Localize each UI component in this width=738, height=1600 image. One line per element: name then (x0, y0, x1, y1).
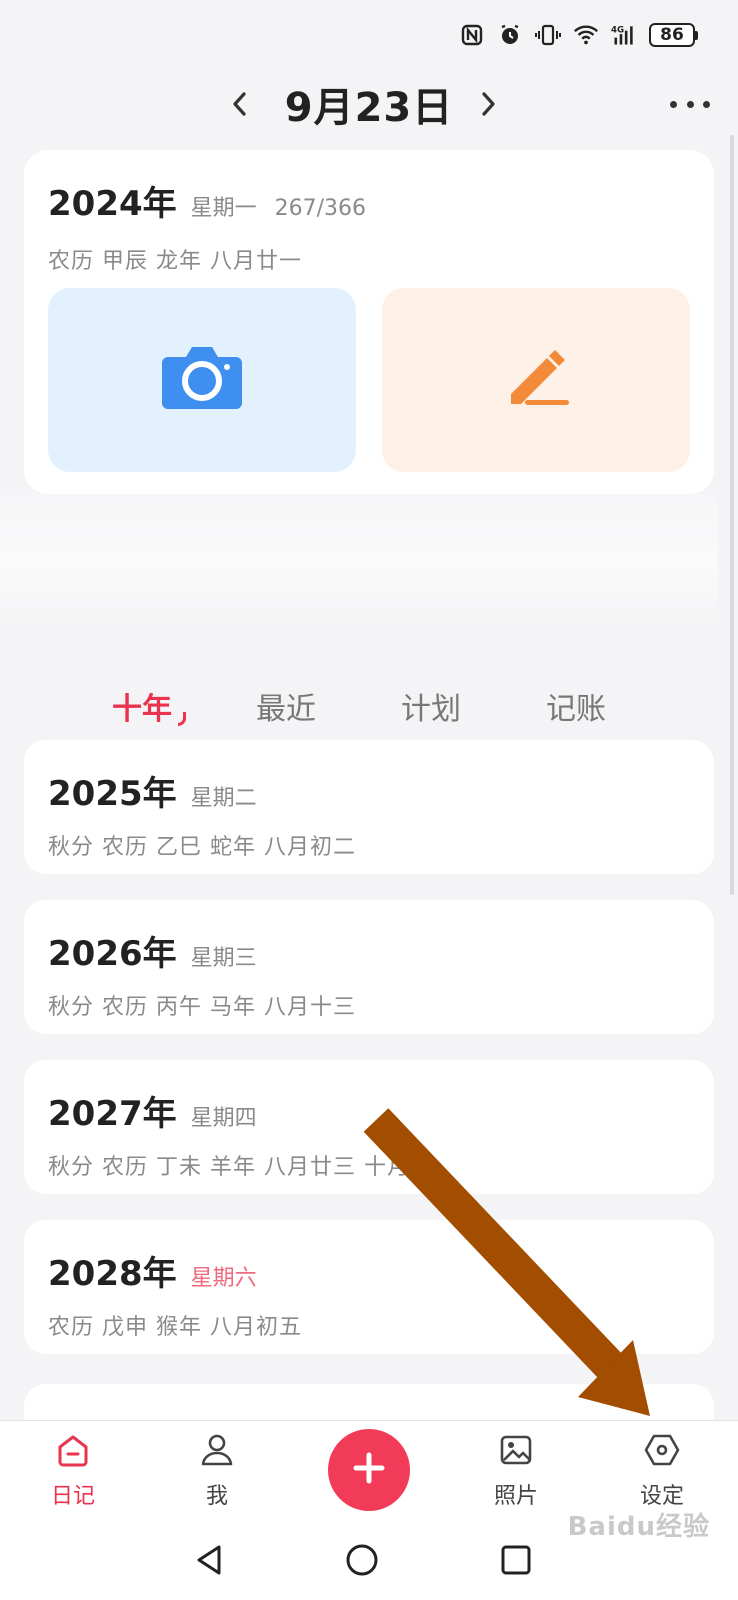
year-card-2025[interactable]: 2025年 星期二 秋分 农历 乙巳 蛇年 八月初二 (24, 740, 714, 874)
nav-diary[interactable]: 日记 (18, 1421, 128, 1521)
date-header: 9月23日 (0, 72, 738, 136)
wifi-icon (573, 22, 599, 48)
year-title: 2027年 (48, 1094, 177, 1134)
year-title: 2028年 (48, 1254, 177, 1294)
camera-icon (160, 343, 244, 417)
write-diary-button[interactable] (382, 288, 690, 472)
add-button[interactable] (328, 1429, 410, 1511)
year-title: 2026年 (48, 934, 177, 974)
year-weekday: 星期四 (190, 1106, 257, 1131)
today-year: 2024年 (48, 184, 177, 224)
year-card-partial[interactable] (24, 1384, 714, 1424)
user-icon (199, 1432, 235, 1472)
watermark: Baidu经验 (567, 1512, 710, 1542)
year-card-2026[interactable]: 2026年 星期三 秋分 农历 丙午 马年 八月十三 (24, 900, 714, 1034)
blurred-region (0, 494, 718, 628)
bottom-navigation: 日记 我 照片 设定 (0, 1420, 738, 1520)
year-lunar-date: 农历 戊申 猴年 八月初五 (48, 1315, 302, 1340)
today-card[interactable]: 2024年 星期一 267/366 农历 甲辰 龙年 八月廿一 (24, 150, 714, 494)
year-lunar-date: 秋分 农历 丙午 马年 八月十三 (48, 995, 356, 1020)
nav-me-label: 我 (205, 1484, 228, 1509)
status-bar: 4G 86 (0, 0, 738, 70)
more-dots-icon[interactable] (670, 94, 710, 114)
today-day-count: 267/366 (274, 196, 367, 221)
4g-signal-icon: 4G (611, 22, 637, 48)
chevron-right-icon[interactable] (470, 86, 506, 122)
battery-indicator: 86 (649, 23, 698, 47)
image-icon (498, 1432, 534, 1472)
back-triangle-icon[interactable] (188, 1538, 232, 1582)
today-lunar-date: 农历 甲辰 龙年 八月廿一 (48, 249, 302, 274)
tab-bar: 十年 最近 计划 记账 (0, 670, 738, 740)
tab-recent[interactable]: 最近 (256, 684, 316, 728)
tab-accounting[interactable]: 记账 (546, 684, 606, 728)
nav-diary-label: 日记 (50, 1484, 95, 1509)
plus-icon (351, 1450, 387, 1490)
tab-plan[interactable]: 计划 (401, 684, 461, 728)
tab-decade[interactable]: 十年 (112, 684, 186, 728)
year-lunar-date: 秋分 农历 丁未 羊年 八月廿三 十月 (48, 1155, 410, 1180)
scrollbar[interactable] (730, 135, 734, 895)
svg-text:4G: 4G (611, 25, 624, 35)
chevron-left-icon[interactable] (222, 86, 258, 122)
year-card-2027[interactable]: 2027年 星期四 秋分 农历 丁未 羊年 八月廿三 十月 (24, 1060, 714, 1194)
page-title: 9月23日 (284, 85, 454, 131)
nav-photos-label: 照片 (493, 1484, 538, 1509)
year-weekday: 星期三 (190, 946, 257, 971)
nav-photos[interactable]: 照片 (461, 1421, 571, 1521)
home-circle-icon[interactable] (340, 1538, 384, 1582)
recents-square-icon[interactable] (494, 1538, 538, 1582)
nav-me[interactable]: 我 (162, 1421, 272, 1521)
today-weekday: 星期一 (190, 196, 257, 221)
year-weekday: 星期六 (190, 1266, 257, 1291)
pencil-icon (501, 346, 571, 414)
settings-hexagon-icon (644, 1432, 680, 1472)
home-icon (55, 1432, 91, 1472)
nfc-icon (459, 22, 485, 48)
year-card-2028[interactable]: 2028年 星期六 农历 戊申 猴年 八月初五 (24, 1220, 714, 1354)
vibrate-icon (535, 22, 561, 48)
add-photo-button[interactable] (48, 288, 356, 472)
alarm-icon (497, 22, 523, 48)
year-title: 2025年 (48, 774, 177, 814)
battery-level: 86 (649, 23, 695, 47)
year-weekday: 星期二 (190, 786, 257, 811)
year-lunar-date: 秋分 农历 乙巳 蛇年 八月初二 (48, 835, 356, 860)
